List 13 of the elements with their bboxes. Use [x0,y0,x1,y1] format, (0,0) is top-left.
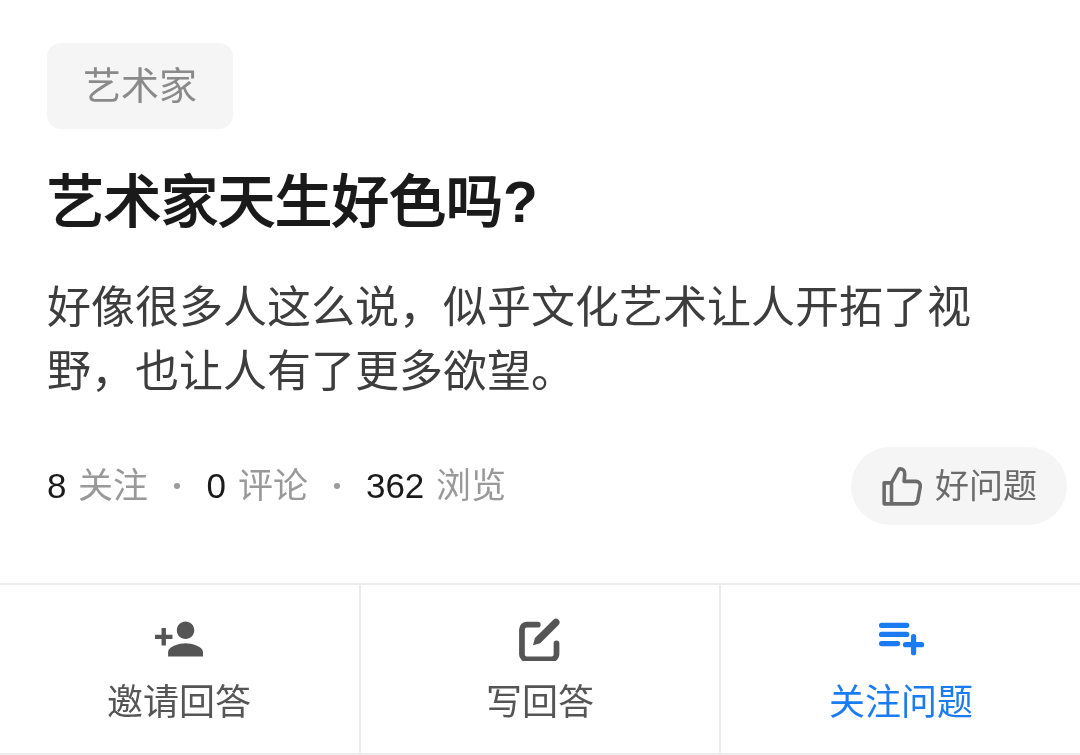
stat-label: 浏览 [436,464,507,507]
good-question-button[interactable]: 好问题 [851,447,1067,525]
thumbs-up-icon [881,465,923,507]
stat-label: 评论 [237,464,308,507]
separator-dot-icon [174,483,181,489]
question-title: 艺术家天生好色吗? [47,169,539,236]
stat-label: 关注 [78,464,149,507]
stat-count: 362 [365,464,425,507]
stat-count: 0 [206,464,226,507]
stat-count: 8 [47,464,67,507]
separator-dot-icon [333,483,340,489]
question-description: 好像很多人这么说，似乎文化艺术让人开拓了视野，也让人有了更多欲望。 [47,282,972,398]
topic-tag[interactable]: 艺术家 [47,43,233,129]
